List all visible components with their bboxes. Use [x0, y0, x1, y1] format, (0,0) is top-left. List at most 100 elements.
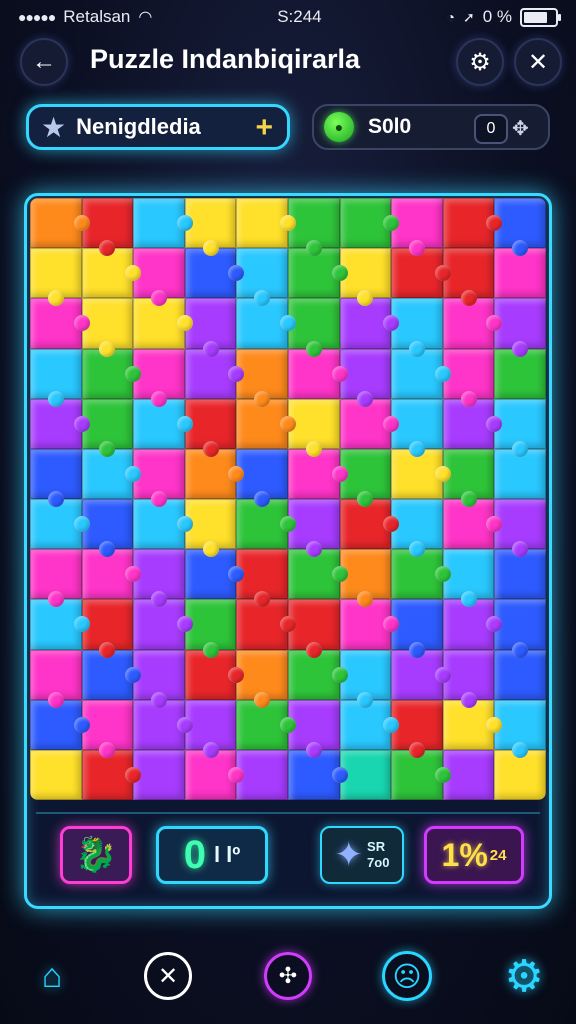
- score-small: l lº: [213, 842, 241, 867]
- puzzle-piece[interactable]: [30, 549, 82, 608]
- piece-tab: [434, 566, 451, 583]
- piece-tab: [99, 641, 116, 658]
- star-line-1: SR: [367, 839, 386, 854]
- piece-tab: [331, 365, 348, 382]
- piece-tab: [73, 315, 90, 332]
- piece-tab: [279, 415, 296, 432]
- piece-tab: [202, 641, 219, 658]
- nav-home[interactable]: ⌂: [24, 948, 80, 1004]
- piece-tab: [305, 340, 322, 357]
- piece-tab: [512, 340, 529, 357]
- piece-tab: [254, 691, 271, 708]
- piece-tab: [331, 265, 348, 282]
- piece-tab: [434, 365, 451, 382]
- puzzle-piece[interactable]: [236, 549, 288, 608]
- piece-tab: [357, 691, 374, 708]
- piece-tab: [434, 465, 451, 482]
- puzzle-piece[interactable]: [494, 298, 546, 357]
- puzzle-piece[interactable]: [30, 649, 82, 708]
- piece-tab: [331, 566, 348, 583]
- puzzle-piece[interactable]: [30, 448, 82, 507]
- piece-tab: [305, 440, 322, 457]
- puzzle-icon: ✣: [278, 963, 298, 988]
- piece-tab: [73, 716, 90, 733]
- piece-tab: [512, 741, 529, 758]
- piece-tab: [99, 340, 116, 357]
- puzzle-piece[interactable]: [494, 599, 546, 658]
- gear-icon: ⚙: [469, 48, 491, 76]
- piece-tab: [73, 415, 90, 432]
- piece-tab: [202, 340, 219, 357]
- piece-tab: [228, 666, 245, 683]
- status-percent: 0 %: [482, 7, 512, 26]
- piece-tab: [460, 591, 477, 608]
- piece-tab: [460, 290, 477, 307]
- piece-tab: [305, 641, 322, 658]
- score-display: 0 l lº: [156, 826, 268, 884]
- piece-tab: [73, 516, 90, 533]
- puzzle-piece[interactable]: [30, 198, 90, 249]
- carrier-label: Retalsan: [63, 7, 131, 26]
- nav-puzzle[interactable]: ✣: [264, 952, 312, 1000]
- puzzle-piece[interactable]: [236, 448, 288, 507]
- puzzle-piece[interactable]: [494, 699, 546, 758]
- star-line-2: 7o0: [367, 855, 390, 870]
- piece-tab: [279, 716, 296, 733]
- piece-tab: [279, 516, 296, 533]
- puzzle-piece[interactable]: [30, 348, 82, 407]
- piece-tab: [150, 691, 167, 708]
- piece-tab: [512, 641, 529, 658]
- nav-settings[interactable]: ⚙: [496, 948, 552, 1004]
- puzzle-piece[interactable]: [236, 348, 288, 407]
- puzzle-board[interactable]: [30, 198, 546, 800]
- dragon-icon: 🐉: [74, 836, 118, 874]
- coin-value: S0l0: [368, 115, 412, 138]
- piece-tab: [176, 415, 193, 432]
- piece-tab: [460, 491, 477, 507]
- move-counter: 0: [474, 114, 508, 144]
- sad-face-icon: ☹: [392, 960, 422, 992]
- puzzle-piece[interactable]: [30, 248, 82, 307]
- puzzle-piece[interactable]: [236, 198, 296, 249]
- piece-tab: [512, 440, 529, 457]
- puzzle-piece[interactable]: [442, 198, 503, 249]
- add-button[interactable]: +: [255, 111, 273, 145]
- close-button[interactable]: ✕: [514, 38, 562, 86]
- tools-icon: ✕: [157, 962, 179, 990]
- star-badge[interactable]: ✦ SR 7o0: [320, 826, 404, 884]
- piece-tab: [460, 691, 477, 708]
- puzzle-piece[interactable]: [236, 749, 288, 800]
- back-button[interactable]: ←: [20, 38, 68, 86]
- puzzle-piece[interactable]: [236, 649, 288, 708]
- piece-tab: [434, 766, 451, 783]
- bottom-nav: ⌂ ✕ ✣ ☹ ⚙: [0, 940, 576, 1020]
- piece-tab: [73, 616, 90, 633]
- status-time: S:244: [277, 7, 322, 26]
- piece-tab: [176, 716, 193, 733]
- character-button[interactable]: 🐉: [60, 826, 132, 884]
- puzzle-piece[interactable]: [494, 198, 546, 257]
- puzzle-piece[interactable]: [133, 198, 193, 249]
- puzzle-piece[interactable]: [30, 749, 82, 800]
- puzzle-piece[interactable]: [236, 248, 288, 307]
- piece-tab: [47, 390, 64, 407]
- piece-tab: [331, 465, 348, 482]
- move-icon[interactable]: ✥: [512, 116, 529, 141]
- piece-tab: [383, 716, 400, 733]
- puzzle-piece[interactable]: [494, 398, 546, 457]
- piece-tab: [125, 465, 142, 482]
- nav-tools[interactable]: ✕: [144, 952, 192, 1000]
- puzzle-piece[interactable]: [339, 198, 400, 249]
- piece-tab: [460, 390, 477, 407]
- player-pill[interactable]: ★ Nenigdledia +: [26, 104, 290, 150]
- signal-dots: ●●●●●: [18, 9, 56, 25]
- piece-tab: [202, 741, 219, 758]
- progress-big: 1%: [441, 836, 488, 873]
- arrow-icon: ➚: [462, 8, 475, 25]
- puzzle-piece[interactable]: [494, 499, 546, 558]
- nav-profile[interactable]: ☹: [382, 951, 432, 1001]
- coin-icon: ●: [324, 112, 354, 142]
- battery-icon: [519, 7, 561, 27]
- settings-button[interactable]: ⚙: [456, 38, 504, 86]
- piece-tab: [434, 265, 451, 282]
